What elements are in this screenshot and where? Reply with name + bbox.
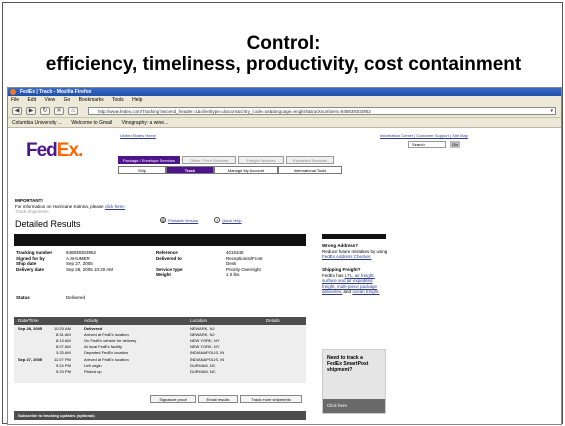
bookmark-columbia[interactable]: Columbia University ... <box>12 120 62 126</box>
multi-piece-link[interactable]: freight, multi-piece package <box>322 284 377 289</box>
forward-icon[interactable]: ▶ <box>26 107 36 115</box>
menu-view[interactable]: View <box>44 97 55 103</box>
top-utility-links[interactable]: Information Center | Customer Support | … <box>380 133 468 138</box>
hurricane-link[interactable]: click here. <box>105 204 125 209</box>
menu-go[interactable]: Go <box>64 97 71 103</box>
action-buttons: Signature proof Email results Track more… <box>150 395 310 403</box>
help-icon: ? <box>214 217 220 223</box>
col-activity: Activity <box>84 318 99 323</box>
deliveries-link[interactable]: deliveries, <box>322 289 342 294</box>
status-value: Delivered <box>66 295 86 300</box>
firefox-icon <box>10 89 16 95</box>
col-date-time: Date/Time <box>18 318 39 323</box>
bookmark-gmail[interactable]: Welcome to Gmail <box>71 120 112 126</box>
click-here-button[interactable]: Click here <box>323 399 385 413</box>
activity-table-header: Date/Time Activity Location Details <box>14 317 306 325</box>
tab-manage-account[interactable]: Manage My Account <box>214 166 278 174</box>
back-icon[interactable]: ◀ <box>12 107 22 115</box>
tab-track[interactable]: Track <box>166 166 214 174</box>
sub-tabs: Ship Track Manage My Account Internation… <box>118 166 468 174</box>
printable-version-link[interactable]: ⎙ Printable Version <box>160 217 198 223</box>
nav-toolbar: ◀ ▶ ↻ ✕ ⌂ http://www.fedex.com/Tracking?… <box>8 104 561 118</box>
home-icon[interactable]: ⌂ <box>68 107 78 115</box>
quick-help-link[interactable]: ? Quick Help <box>214 217 242 223</box>
reload-icon[interactable]: ↻ <box>40 107 50 115</box>
status-row: Status <box>16 295 30 301</box>
menu-bar: File Edit View Go Bookmarks Tools Help <box>8 96 561 104</box>
slide-title-line2: efficiency, timeliness, productivity, co… <box>45 54 522 75</box>
shipment-values-right: 4016348 Receptionist/Front Desk Priority… <box>226 250 263 278</box>
menu-edit[interactable]: Edit <box>27 97 36 103</box>
window-titlebar: FedEx | Track - Mozilla Firefox <box>8 88 561 96</box>
tab-office-print[interactable]: Office / Print Services <box>182 156 236 164</box>
stop-icon[interactable]: ✕ <box>54 107 64 115</box>
url-bar[interactable]: http://www.fedex.com/Tracking?ascend_hea… <box>88 107 556 115</box>
slide-title-line1: Control: <box>246 33 321 54</box>
tab-expedited[interactable]: Expedited Services <box>286 156 334 164</box>
track-more-button[interactable]: Track more shipments <box>240 395 302 403</box>
service-tabs: Package / Envelope Services Office / Pri… <box>118 156 468 164</box>
table-row: 3:33 AM Departed FedEx location INDIANAP… <box>56 350 225 355</box>
freight-title: Shipping Freight? <box>322 267 361 272</box>
shipment-labels-left: Tracking number Signed for by Ship date … <box>16 250 53 272</box>
go-button[interactable]: Go <box>450 141 460 148</box>
address-checker-link[interactable]: FedEx Address Checker. <box>322 254 372 259</box>
wrong-address-title: Wrong Address? <box>322 243 359 248</box>
tab-ship[interactable]: Ship <box>118 166 166 174</box>
results-header-bar <box>14 234 306 246</box>
browser-screenshot: FedEx | Track - Mozilla Firefox File Edi… <box>7 87 562 425</box>
sidebar-header-bar <box>322 234 386 239</box>
menu-help[interactable]: Help <box>132 97 142 103</box>
menu-bookmarks[interactable]: Bookmarks <box>79 97 104 103</box>
window-title: FedEx | Track - Mozilla Firefox <box>20 89 92 95</box>
fedex-logo[interactable]: FedEx. <box>26 140 83 162</box>
us-home-link[interactable]: United States Home <box>120 133 156 138</box>
url-text: http://www.fedex.com/Tracking?ascend_hea… <box>98 109 371 114</box>
hurricane-notice: IMPORTANT! For information on Hurricane … <box>15 198 125 215</box>
print-icon: ⎙ <box>160 217 166 223</box>
status-label: Status <box>16 295 30 300</box>
activity-table: Sep 28, 2005 10:20 AM Delivered NEWARK, … <box>14 325 306 383</box>
col-details: Details <box>266 318 280 323</box>
delivery-date: Sep 28, 2005 10:20 AM <box>66 266 114 272</box>
smartpost-promo[interactable]: Need to track a FedEx SmartPost shipment… <box>322 349 386 414</box>
slide-title: Control: efficiency, timeliness, product… <box>3 33 564 75</box>
tab-international-tools[interactable]: International Tools <box>278 166 342 174</box>
page-title: Detailed Results <box>15 219 81 229</box>
track-shipments-crumb[interactable]: Track Shipments <box>15 209 125 215</box>
bookmarks-bar: Columbia University ... Welcome to Gmail… <box>8 118 561 128</box>
ltl-link[interactable]: LTL, air freight, <box>345 273 375 278</box>
freight-box: Shipping Freight? FedEx has LTL, air fre… <box>322 267 380 294</box>
tab-package-envelope[interactable]: Package / Envelope Services <box>118 156 180 164</box>
important-text: For information on Hurricane Katrina, pl… <box>15 203 105 209</box>
url-dropdown-icon[interactable]: ▾ <box>550 108 553 114</box>
shipment-labels-right: Reference Delivered to Service type Weig… <box>156 250 183 277</box>
signature-proof-button[interactable]: Signature proof <box>150 395 196 403</box>
wrong-address-box: Wrong Address? Reduce future mistakes by… <box>322 243 388 259</box>
search-input[interactable]: Search <box>408 141 446 148</box>
col-location: Location <box>190 318 208 323</box>
shipment-values-left: 848839303952 A.SHUMER Sep 27, 2005 Sep 2… <box>66 250 113 272</box>
subscribe-bar[interactable]: Subscribe to tracking updates (optional) <box>14 411 306 420</box>
table-row: 5:23 PM Picked up DURHAM, NC <box>56 369 216 374</box>
ocean-freight-link[interactable]: ocean freight. <box>352 289 379 294</box>
weight: 1.0 lbs. <box>226 272 241 277</box>
tab-freight[interactable]: Freight Services <box>238 156 284 164</box>
menu-tools[interactable]: Tools <box>112 97 124 103</box>
slide-frame: Control: efficiency, timeliness, product… <box>2 2 564 425</box>
menu-file[interactable]: File <box>11 97 19 103</box>
email-results-button[interactable]: Email results <box>198 395 238 403</box>
bookmark-vinography[interactable]: Vinography: a wine... <box>122 120 169 126</box>
fedex-page: FedEx. United States Home Information Ce… <box>8 129 561 424</box>
surface-air-link[interactable]: surface and air expedited <box>322 278 373 283</box>
